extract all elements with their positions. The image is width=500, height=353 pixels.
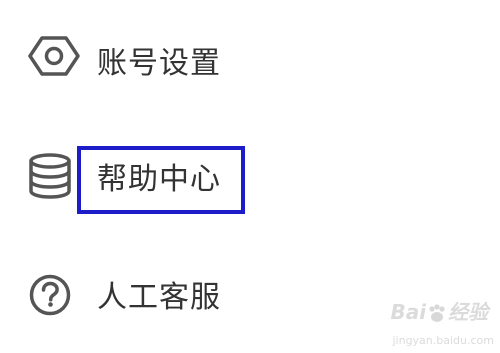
menu-item-label: 帮助中心 — [97, 162, 221, 197]
watermark-brand-suffix: 经验 — [448, 300, 489, 324]
paw-icon — [429, 303, 445, 322]
question-icon — [28, 273, 80, 325]
database-icon — [28, 152, 80, 204]
gear-icon — [28, 30, 80, 82]
menu-item-account-settings[interactable]: 账号设置 — [0, 15, 500, 115]
watermark-brand: Bai — [390, 300, 427, 324]
watermark-url: jingyan.baidu.com — [392, 334, 494, 347]
baidu-watermark: Bai 经验 jingyan.baidu.com — [390, 296, 494, 349]
menu-item-help-center[interactable]: 帮助中心 — [0, 130, 500, 230]
menu-item-label: 账号设置 — [97, 46, 221, 81]
menu-item-label: 人工客服 — [97, 280, 221, 315]
